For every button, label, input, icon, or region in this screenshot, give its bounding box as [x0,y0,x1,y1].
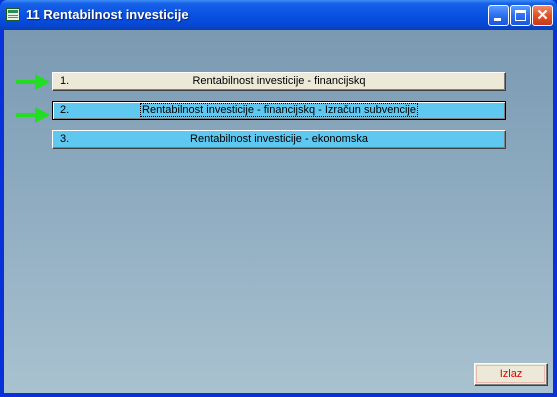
maximize-button[interactable] [510,5,531,26]
menu-button-financial-subsidy[interactable]: 2. Rentabilnost investicije - financijsk… [52,101,506,120]
green-arrow-icon [16,74,50,90]
title-bar[interactable]: 11 Rentabilnost investicije ✕ [0,0,557,30]
minimize-button[interactable] [488,5,509,26]
close-icon: ✕ [536,7,549,24]
menu-button-economic[interactable]: 3. Rentabilnost investicije - ekonomska [52,130,506,149]
close-button[interactable]: ✕ [532,5,553,26]
menu-button-label: Rentabilnost investicije - ekonomska [190,133,368,145]
menu-button-financial[interactable]: 1. Rentabilnost investicije - financijsk… [52,72,506,91]
form-area: 1. Rentabilnost investicije - financijsk… [4,30,553,393]
menu-button-label: Rentabilnost investicije - financijskq [192,75,366,87]
green-arrow-icon [16,107,50,123]
window-title: 11 Rentabilnost investicije [26,7,189,22]
spreadsheet-app-icon[interactable] [6,8,20,21]
menu-button-label: Rentabilnost investicije - financijskq -… [140,103,418,117]
minimize-icon [494,18,501,21]
exit-button[interactable]: Izlaz [474,363,548,386]
application-window: 11 Rentabilnost investicije ✕ 1. Rentabi… [0,0,557,397]
maximize-icon [515,10,526,21]
